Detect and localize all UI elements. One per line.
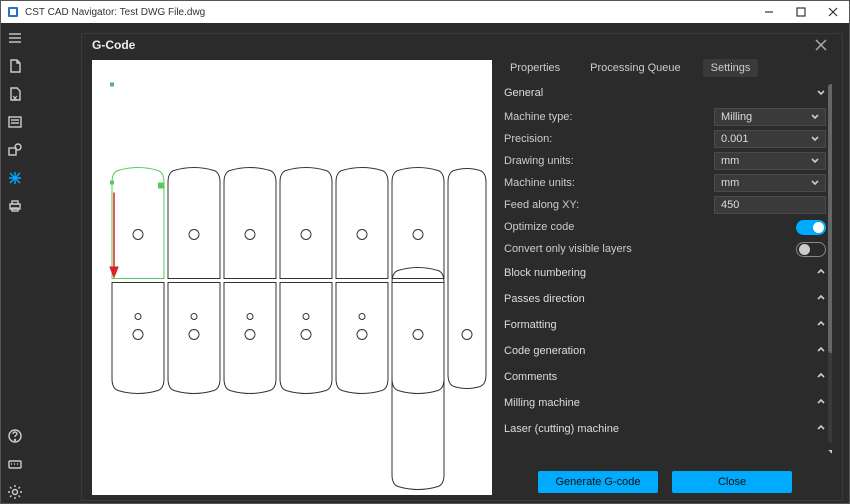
row-feed-xy: Feed along XY: 450 <box>498 194 832 216</box>
new-file-icon[interactable] <box>4 55 26 77</box>
machine-units-select[interactable]: mm <box>714 174 826 192</box>
row-visible-layers: Convert only visible layers <box>498 238 832 260</box>
row-precision: Precision: 0.001 <box>498 128 832 150</box>
help-icon[interactable] <box>4 425 26 447</box>
chevron-up-icon <box>816 397 826 410</box>
titlebar: CST CAD Navigator: Test DWG File.dwg <box>1 1 849 23</box>
row-optimize-code: Optimize code <box>498 216 832 238</box>
settings-icon[interactable] <box>4 481 26 503</box>
gcode-icon[interactable] <box>4 167 26 189</box>
gcode-dialog: G-Code <box>81 33 843 501</box>
chevron-up-icon <box>816 293 826 306</box>
chevron-down-icon <box>816 87 826 100</box>
section-block-numbering[interactable]: Block numbering <box>498 260 832 286</box>
window-close-button[interactable] <box>817 1 849 23</box>
section-general[interactable]: General <box>498 80 832 106</box>
dialog-header: G-Code <box>82 34 842 56</box>
row-machine-units: Machine units: mm <box>498 172 832 194</box>
section-laser-machine[interactable]: Laser (cutting) machine <box>498 416 832 442</box>
feed-xy-input[interactable]: 450 <box>714 196 826 214</box>
window-minimize-button[interactable] <box>753 1 785 23</box>
section-passes-direction[interactable]: Passes direction <box>498 286 832 312</box>
keyboard-icon[interactable] <box>4 453 26 475</box>
list-icon[interactable] <box>4 111 26 133</box>
chevron-up-icon <box>816 371 826 384</box>
app-icon <box>5 4 21 20</box>
main-area: G-Code <box>29 23 849 503</box>
close-button[interactable]: Close <box>672 471 792 493</box>
chevron-up-icon <box>816 319 826 332</box>
precision-select[interactable]: 0.001 <box>714 130 826 148</box>
visible-layers-toggle[interactable] <box>796 242 826 257</box>
shapes-icon[interactable] <box>4 139 26 161</box>
tab-processing-queue[interactable]: Processing Queue <box>582 59 689 77</box>
row-machine-type: Machine type: Milling <box>498 106 832 128</box>
dialog-buttons: Generate G-code Close <box>498 465 832 495</box>
drawing-preview <box>92 60 492 495</box>
chevron-up-icon <box>816 423 826 436</box>
app-window: CST CAD Navigator: Test DWG File.dwg G-C… <box>0 0 850 504</box>
app-body: G-Code <box>1 23 849 503</box>
generate-gcode-button[interactable]: Generate G-code <box>538 471 658 493</box>
drawing-units-select[interactable]: mm <box>714 152 826 170</box>
settings-panel: Properties Processing Queue Settings Gen… <box>498 56 832 495</box>
hamburger-icon[interactable] <box>4 27 26 49</box>
print-icon[interactable] <box>4 195 26 217</box>
settings-scroll: General Machine type: Milling Precision:… <box>498 80 832 465</box>
tab-settings[interactable]: Settings <box>703 59 759 77</box>
section-formatting[interactable]: Formatting <box>498 312 832 338</box>
window-maximize-button[interactable] <box>785 1 817 23</box>
section-comments[interactable]: Comments <box>498 364 832 390</box>
chevron-up-icon <box>816 267 826 280</box>
scroll-down-icon[interactable] <box>828 443 832 461</box>
dialog-close-button[interactable] <box>810 34 832 56</box>
tab-properties[interactable]: Properties <box>502 59 568 77</box>
window-title: CST CAD Navigator: Test DWG File.dwg <box>25 7 753 18</box>
settings-scrollbar[interactable] <box>828 84 832 443</box>
section-code-generation[interactable]: Code generation <box>498 338 832 364</box>
open-file-icon[interactable] <box>4 83 26 105</box>
section-label: General <box>504 87 543 99</box>
row-drawing-units: Drawing units: mm <box>498 150 832 172</box>
dialog-title: G-Code <box>92 38 135 52</box>
optimize-code-toggle[interactable] <box>796 220 826 235</box>
left-rail <box>1 23 29 503</box>
section-milling-machine[interactable]: Milling machine <box>498 390 832 416</box>
chevron-up-icon <box>816 345 826 358</box>
dialog-tabs: Properties Processing Queue Settings <box>498 56 832 80</box>
machine-type-select[interactable]: Milling <box>714 108 826 126</box>
